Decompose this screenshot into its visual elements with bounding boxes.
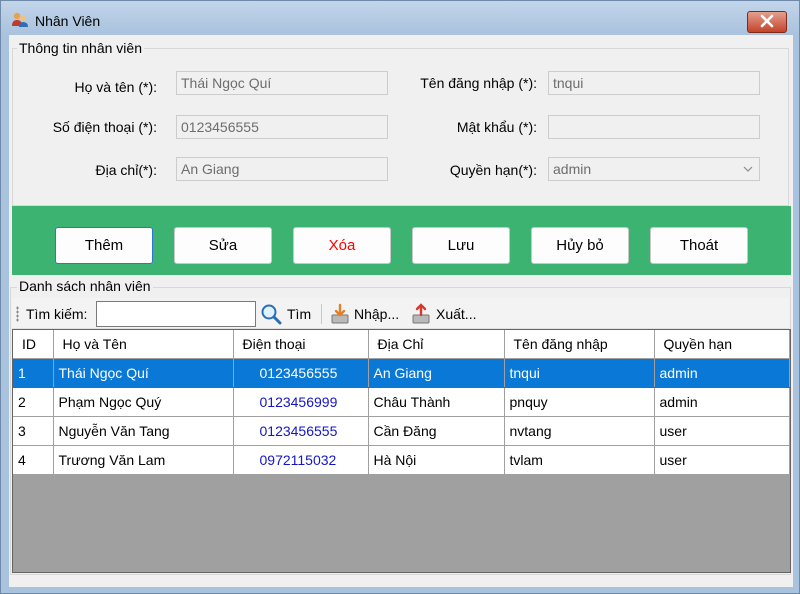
- employee-info-group-title: Thông tin nhân viên: [17, 40, 144, 56]
- table-row[interactable]: 2 Phạm Ngọc Quý 0123456999 Châu Thành pn…: [13, 387, 790, 417]
- cell-fullname[interactable]: Trương Văn Lam: [53, 445, 234, 475]
- address-field[interactable]: An Giang: [176, 157, 388, 181]
- fullname-field[interactable]: Thái Ngọc Quí: [176, 71, 388, 95]
- column-header-phone[interactable]: Điện thoại: [233, 330, 369, 359]
- cancel-button[interactable]: Hủy bỏ: [531, 227, 629, 264]
- title-bar[interactable]: Nhân Viên: [1, 1, 799, 35]
- cell-fullname[interactable]: Nguyễn Văn Tang: [53, 416, 234, 446]
- column-header-id[interactable]: ID: [13, 330, 54, 359]
- search-input[interactable]: [96, 301, 256, 327]
- export-button[interactable]: Xuất...: [436, 306, 476, 322]
- role-select[interactable]: admin: [548, 157, 760, 181]
- users-icon: [11, 11, 29, 29]
- cell-id[interactable]: 4: [13, 445, 54, 475]
- export-icon[interactable]: [410, 303, 432, 325]
- window-title: Nhân Viên: [35, 13, 101, 29]
- edit-button[interactable]: Sửa: [174, 227, 272, 264]
- column-header-role[interactable]: Quyền hạn: [654, 330, 790, 359]
- cell-address[interactable]: Cần Đăng: [368, 416, 505, 446]
- chevron-down-icon[interactable]: [737, 158, 759, 180]
- save-button[interactable]: Lưu: [412, 227, 510, 264]
- cell-phone[interactable]: 0972115032: [233, 445, 369, 475]
- cell-username[interactable]: nvtang: [504, 416, 655, 446]
- list-toolbar: Tìm kiếm: Tìm Nhập... Xuất...: [12, 298, 789, 329]
- search-icon[interactable]: [260, 303, 282, 325]
- cell-address[interactable]: Hà Nội: [368, 445, 505, 475]
- employee-list-group-title: Danh sách nhân viên: [17, 278, 153, 294]
- cell-phone[interactable]: 0123456555: [233, 416, 369, 446]
- cell-username[interactable]: tvlam: [504, 445, 655, 475]
- search-label: Tìm kiếm:: [26, 306, 88, 322]
- phone-field[interactable]: 0123456555: [176, 115, 388, 139]
- cell-id[interactable]: 2: [13, 387, 54, 417]
- table-row[interactable]: 1 Thái Ngọc Quí 0123456555 An Giang tnqu…: [13, 358, 790, 388]
- toolbar-grip-icon[interactable]: [16, 306, 19, 322]
- fullname-label: Họ và tên (*):: [74, 79, 157, 95]
- employee-table: ID Họ và Tên Điện thoại Địa Chỉ Tên đăng…: [13, 330, 790, 475]
- cell-phone[interactable]: 0123456555: [233, 358, 369, 388]
- cell-role[interactable]: admin: [654, 387, 790, 417]
- role-label: Quyền hạn(*):: [449, 162, 537, 178]
- role-select-value: admin: [553, 161, 592, 177]
- username-field[interactable]: tnqui: [548, 71, 760, 95]
- cell-id[interactable]: 3: [13, 416, 54, 446]
- username-label: Tên đăng nhập (*):: [420, 75, 537, 91]
- close-button[interactable]: [747, 11, 787, 33]
- cell-username[interactable]: tnqui: [504, 358, 655, 388]
- cell-phone[interactable]: 0123456999: [233, 387, 369, 417]
- table-row[interactable]: 4 Trương Văn Lam 0972115032 Hà Nội tvlam…: [13, 445, 790, 475]
- close-icon: [760, 14, 774, 31]
- password-field[interactable]: [548, 115, 760, 139]
- cell-fullname[interactable]: Phạm Ngọc Quý: [53, 387, 234, 417]
- table-row[interactable]: 3 Nguyễn Văn Tang 0123456555 Cần Đăng nv…: [13, 416, 790, 446]
- toolbar-separator: [321, 304, 322, 324]
- add-button[interactable]: Thêm: [55, 227, 153, 264]
- address-label: Địa chỉ(*):: [95, 162, 157, 178]
- employee-window: Nhân Viên Thông tin nhân viên Họ và tên …: [0, 0, 800, 594]
- column-header-fullname[interactable]: Họ và Tên: [53, 330, 234, 359]
- column-header-username[interactable]: Tên đăng nhập: [504, 330, 655, 359]
- exit-button[interactable]: Thoát: [650, 227, 748, 264]
- import-button[interactable]: Nhập...: [354, 306, 399, 322]
- cell-address[interactable]: Châu Thành: [368, 387, 505, 417]
- cell-role[interactable]: user: [654, 445, 790, 475]
- search-button[interactable]: Tìm: [287, 306, 311, 322]
- phone-label: Số điện thoại (*):: [52, 119, 157, 135]
- cell-role[interactable]: admin: [654, 358, 790, 388]
- employee-data-grid[interactable]: ID Họ và Tên Điện thoại Địa Chỉ Tên đăng…: [12, 329, 791, 573]
- delete-button[interactable]: Xóa: [293, 227, 391, 264]
- import-icon[interactable]: [329, 303, 351, 325]
- cell-id[interactable]: 1: [13, 358, 54, 388]
- table-header-row: ID Họ và Tên Điện thoại Địa Chỉ Tên đăng…: [13, 330, 790, 359]
- cell-username[interactable]: pnquy: [504, 387, 655, 417]
- form-client-area: Thông tin nhân viên Họ và tên (*): Thái …: [9, 35, 793, 587]
- cell-address[interactable]: An Giang: [368, 358, 505, 388]
- password-label: Mật khẩu (*):: [456, 119, 537, 135]
- cell-fullname[interactable]: Thái Ngọc Quí: [53, 358, 234, 388]
- cell-role[interactable]: user: [654, 416, 790, 446]
- column-header-address[interactable]: Địa Chỉ: [368, 330, 505, 359]
